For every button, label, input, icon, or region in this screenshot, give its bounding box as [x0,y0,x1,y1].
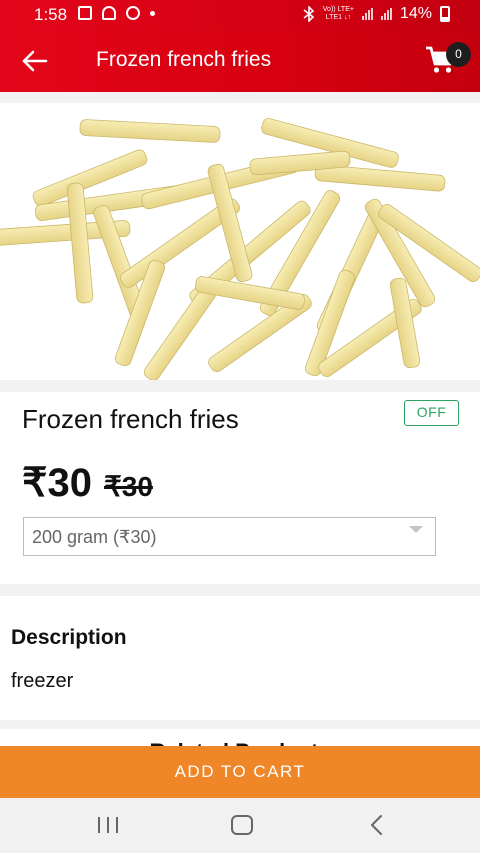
battery-icon [440,6,450,22]
product-name: Frozen french fries [22,404,239,434]
gallery-notification-icon [78,6,92,20]
battery-text: 14% [399,5,432,22]
app-notification-icon [102,6,116,20]
app-bar: Frozen french fries 0 [0,30,480,92]
network-label: Vo)) LTE+ LTE1 ↓↑ [322,6,354,21]
product-image [0,103,480,380]
home-icon [231,815,253,835]
sync-notification-icon [126,6,140,20]
description-card: Description freezer [0,596,480,720]
chevron-down-icon [409,526,423,533]
product-price: ₹30 [22,461,92,505]
original-price: ₹30 [103,471,153,502]
bluetooth-icon [303,6,314,22]
system-icons: Vo)) LTE+ LTE1 ↓↑ 14% [303,5,450,23]
description-title: Description [11,626,127,649]
french-fries-image [0,118,480,380]
description-text: freezer [11,670,74,692]
recent-apps-icon [98,817,118,833]
back-button[interactable] [20,47,54,75]
more-notifications-icon [150,10,155,16]
arrow-left-icon [22,50,48,72]
nav-back-icon [371,815,382,835]
status-time: 1:58 [34,5,68,24]
variant-dropdown[interactable]: 200 gram (₹30) [23,517,436,556]
cart-count-badge: 0 [446,42,471,67]
signal-2-icon [380,8,392,20]
discount-badge: OFF [404,400,459,426]
product-info-card: Frozen french fries OFF ₹30 ₹30 200 gram… [0,392,480,584]
recent-apps-button[interactable] [88,811,128,839]
notification-icons [78,6,155,20]
add-to-cart-button[interactable]: ADD TO CART [0,746,480,798]
system-navigation-bar [0,798,480,853]
page-title: Frozen french fries [96,48,272,71]
variant-selected-value: 200 gram (₹30) [32,527,157,547]
nav-back-button[interactable] [356,811,396,839]
status-bar: 1:58 Vo)) LTE+ LTE1 ↓↑ 14% [0,0,480,30]
home-button[interactable] [222,811,262,839]
signal-1-icon [361,8,373,20]
price-row: ₹30 ₹30 [22,460,153,506]
